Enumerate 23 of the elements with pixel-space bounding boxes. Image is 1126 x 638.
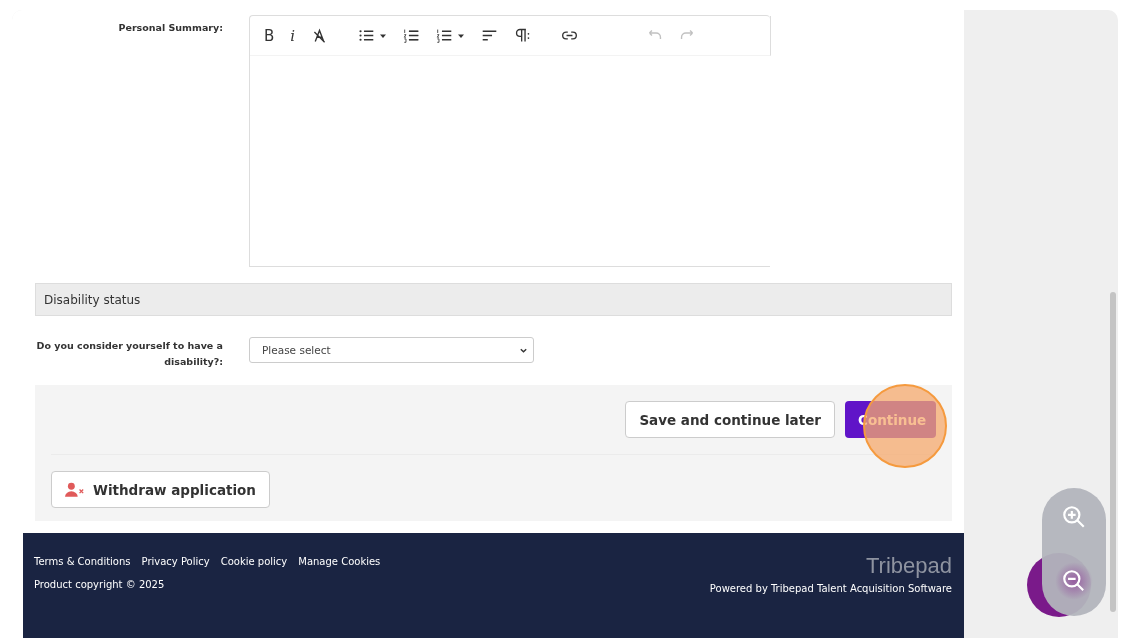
brand-logo: Tribepad xyxy=(865,552,952,579)
bold-button[interactable]: B xyxy=(264,23,275,48)
section-header: Disability status xyxy=(35,283,952,316)
paragraph-icon xyxy=(514,27,532,44)
copyright-text: Product copyright © 2025 xyxy=(34,578,166,590)
withdraw-button[interactable]: Withdraw application xyxy=(51,471,270,508)
footer-link[interactable]: Terms & Conditions xyxy=(34,555,131,567)
field-label: Do you consider yourself to have a disability?: xyxy=(35,339,224,369)
powered-by-text: Powered by Tribepad Talent Acquisition Software xyxy=(709,582,952,594)
numbered-list-icon xyxy=(436,27,454,44)
scrollbar[interactable] xyxy=(1110,292,1116,612)
remove-user-icon xyxy=(65,482,85,497)
bullet-list-icon xyxy=(358,27,376,44)
numbered-list-icon xyxy=(403,27,421,44)
dropdown[interactable]: Please select xyxy=(249,337,534,363)
save-later-button[interactable]: Save and continue later xyxy=(625,401,835,438)
rich-text-editor[interactable]: B i xyxy=(249,15,770,267)
zoom-out-icon[interactable] xyxy=(1055,562,1093,600)
footer-link[interactable]: Manage Cookies xyxy=(298,555,381,567)
italic-button[interactable]: i xyxy=(290,23,296,48)
footer-link[interactable]: Cookie policy xyxy=(220,555,288,567)
footer-link[interactable]: Privacy Policy xyxy=(141,555,210,567)
field-label: Personal Summary: xyxy=(117,21,224,35)
